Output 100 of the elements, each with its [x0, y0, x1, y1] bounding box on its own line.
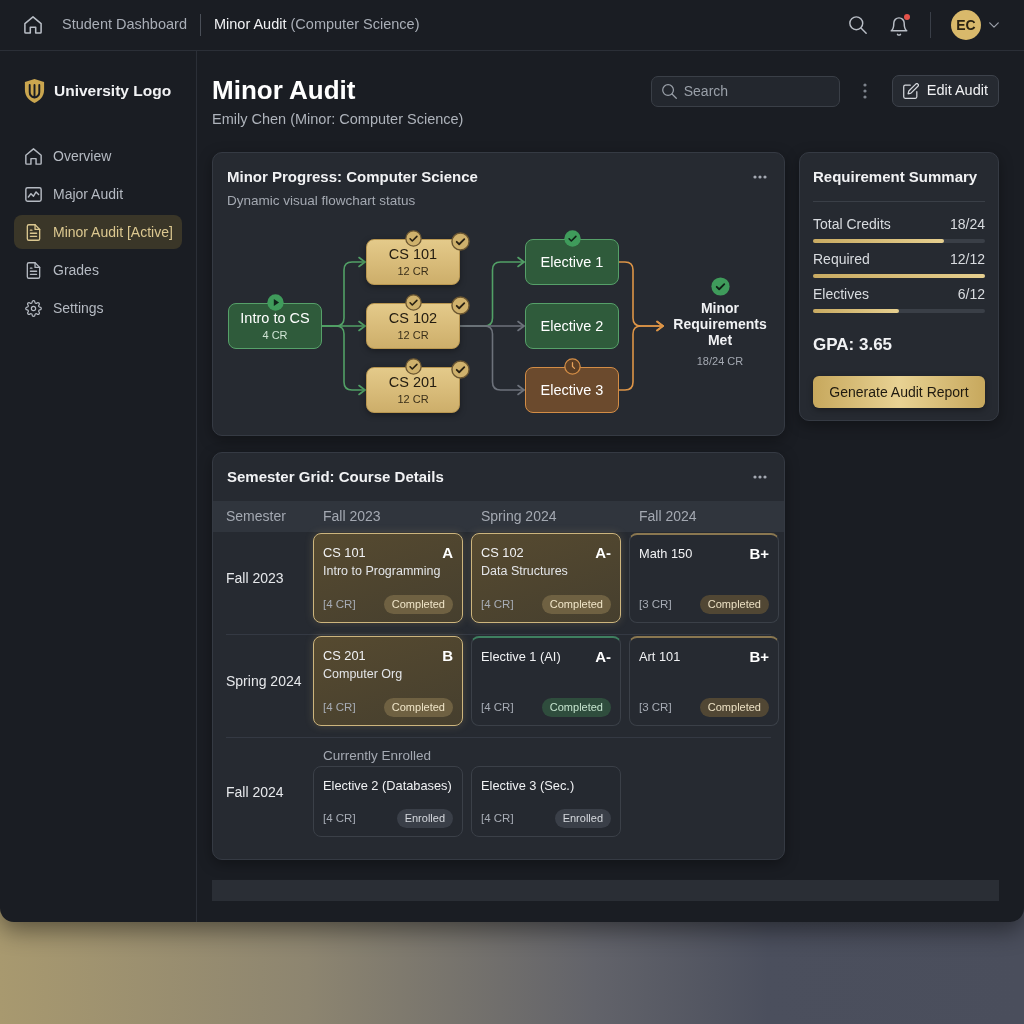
course-grade: A- [595, 544, 611, 562]
shield-icon [24, 79, 45, 103]
home-icon[interactable] [24, 16, 42, 34]
check-icon [450, 231, 470, 251]
course-card[interactable]: Elective 3 (Sec.) [4 CR] Enrolled [471, 766, 621, 837]
node-credits: 4 CR [262, 328, 288, 342]
course-title: Intro to Programming [323, 563, 442, 580]
sidebar-item[interactable]: Settings [14, 291, 182, 325]
status-badge: Completed [541, 698, 611, 717]
row-note: Currently Enrolled [322, 747, 433, 765]
bell-icon [890, 17, 908, 36]
status-badge: Enrolled [554, 809, 611, 828]
course-code: Elective 2 (Databases) [323, 777, 452, 795]
course-title: Computer Org [323, 666, 404, 683]
generate-report-button[interactable]: Generate Audit Report [813, 376, 985, 408]
course-credits: [4 CR] [323, 596, 356, 612]
course-code: Elective 3 (Sec.) [481, 777, 575, 795]
status-badge: Completed [383, 698, 453, 717]
requirement-label: Required [813, 250, 870, 268]
course-code: Math 150 [639, 545, 693, 563]
status-badge: Enrolled [396, 809, 453, 828]
edit-icon [902, 83, 919, 99]
more-icon[interactable] [753, 475, 767, 479]
search-icon[interactable] [849, 16, 867, 34]
check-icon [563, 229, 581, 247]
chart-icon [25, 185, 42, 203]
gpa-value: GPA: 3.65 [813, 334, 894, 356]
course-card[interactable]: Elective 2 (Databases) [4 CR] Enrolled [313, 766, 463, 837]
home-icon [25, 147, 42, 165]
card-subtitle: Dynamic visual flowchart status [226, 192, 417, 210]
course-grade: A- [595, 648, 611, 666]
sidebar-logo: University Logo [54, 81, 172, 102]
check-icon [404, 229, 422, 247]
more-icon[interactable] [753, 175, 767, 179]
node-label: Elective 1 [540, 253, 604, 271]
edit-audit-button[interactable]: Edit Audit [891, 75, 999, 107]
chevron-down-icon[interactable] [989, 22, 999, 28]
node-label: Elective 2 [540, 317, 604, 335]
node-label: Intro to CS [240, 310, 310, 327]
course-title: Data Structures [481, 563, 569, 580]
document-icon [25, 223, 42, 241]
card-title: Semester Grid: Course Details [227, 467, 444, 487]
course-code: CS 101 [323, 544, 366, 562]
course-code: Elective 1 (AI) [481, 648, 561, 666]
status-badge: Completed [699, 595, 769, 614]
course-card[interactable]: CS 101 A Intro to Programming [4 CR] Completed [313, 533, 463, 623]
goal-credits: 18/24 CR [696, 354, 744, 368]
page-title: Minor Audit [212, 75, 357, 105]
course-card[interactable]: CS 201 B Computer Org [4 CR] Completed [313, 636, 463, 726]
status-badge: Completed [699, 698, 769, 717]
requirement-value: 6/12 [957, 285, 985, 303]
check-icon [404, 357, 422, 375]
sidebar-item[interactable]: Minor Audit [Active] [14, 215, 182, 249]
row-header: Fall 2024 [226, 782, 285, 802]
search-field[interactable]: Search [650, 75, 840, 107]
course-credits: [4 CR] [323, 699, 356, 715]
row-header: Spring 2024 [226, 671, 303, 691]
check-icon [450, 359, 470, 379]
sidebar-item[interactable]: Major Audit [14, 177, 182, 211]
play-icon [266, 293, 284, 311]
check-icon [710, 277, 730, 296]
course-card[interactable]: Art 101 B+ [3 CR] Completed [629, 636, 779, 726]
course-card[interactable]: CS 102 A- Data Structures [4 CR] Completed [471, 533, 621, 623]
course-grade: B+ [749, 648, 769, 666]
requirement-value: 18/24 [949, 215, 985, 233]
avatar[interactable]: EC [951, 10, 981, 40]
course-credits: [3 CR] [639, 699, 672, 715]
node-label: CS 102 [388, 310, 438, 327]
node-credits: 12 CR [397, 392, 429, 406]
search-icon [661, 83, 677, 99]
node-label: CS 101 [388, 246, 438, 263]
course-credits: [4 CR] [481, 596, 514, 612]
requirement-value: 12/12 [949, 250, 985, 268]
sidebar-item[interactable]: Overview [14, 139, 182, 173]
document-icon [25, 261, 42, 279]
breadcrumb-current: Minor Audit (Computer Science) [213, 15, 420, 35]
course-code: Art 101 [639, 648, 681, 666]
notifications-button[interactable] [890, 14, 910, 36]
node-credits: 12 CR [397, 264, 429, 278]
more-icon[interactable] [862, 83, 867, 99]
requirement-label: Total Credits [813, 215, 891, 233]
course-card[interactable]: Math 150 B+ [3 CR] Completed [629, 533, 779, 623]
card-title: Requirement Summary [813, 167, 979, 187]
column-header: Fall 2024 [638, 507, 698, 526]
card-title: Minor Progress: Computer Science [227, 167, 478, 187]
sidebar-item[interactable]: Grades [14, 253, 182, 287]
course-credits: [3 CR] [639, 596, 672, 612]
course-grade: B [442, 647, 453, 665]
node-credits: 12 CR [397, 328, 429, 342]
column-header: Fall 2023 [322, 507, 382, 526]
course-code: CS 201 [323, 647, 366, 665]
course-credits: [4 CR] [323, 810, 356, 826]
row-header: Fall 2023 [226, 568, 285, 588]
course-card[interactable]: Elective 1 (AI) A- [4 CR] Completed [471, 636, 621, 726]
status-badge: Completed [541, 595, 611, 614]
course-credits: [4 CR] [481, 810, 514, 826]
goal-label: Minor Requirements Met [672, 300, 768, 348]
settings-icon [25, 299, 42, 317]
check-icon [450, 295, 470, 315]
breadcrumb-link[interactable]: Student Dashboard [62, 14, 187, 36]
